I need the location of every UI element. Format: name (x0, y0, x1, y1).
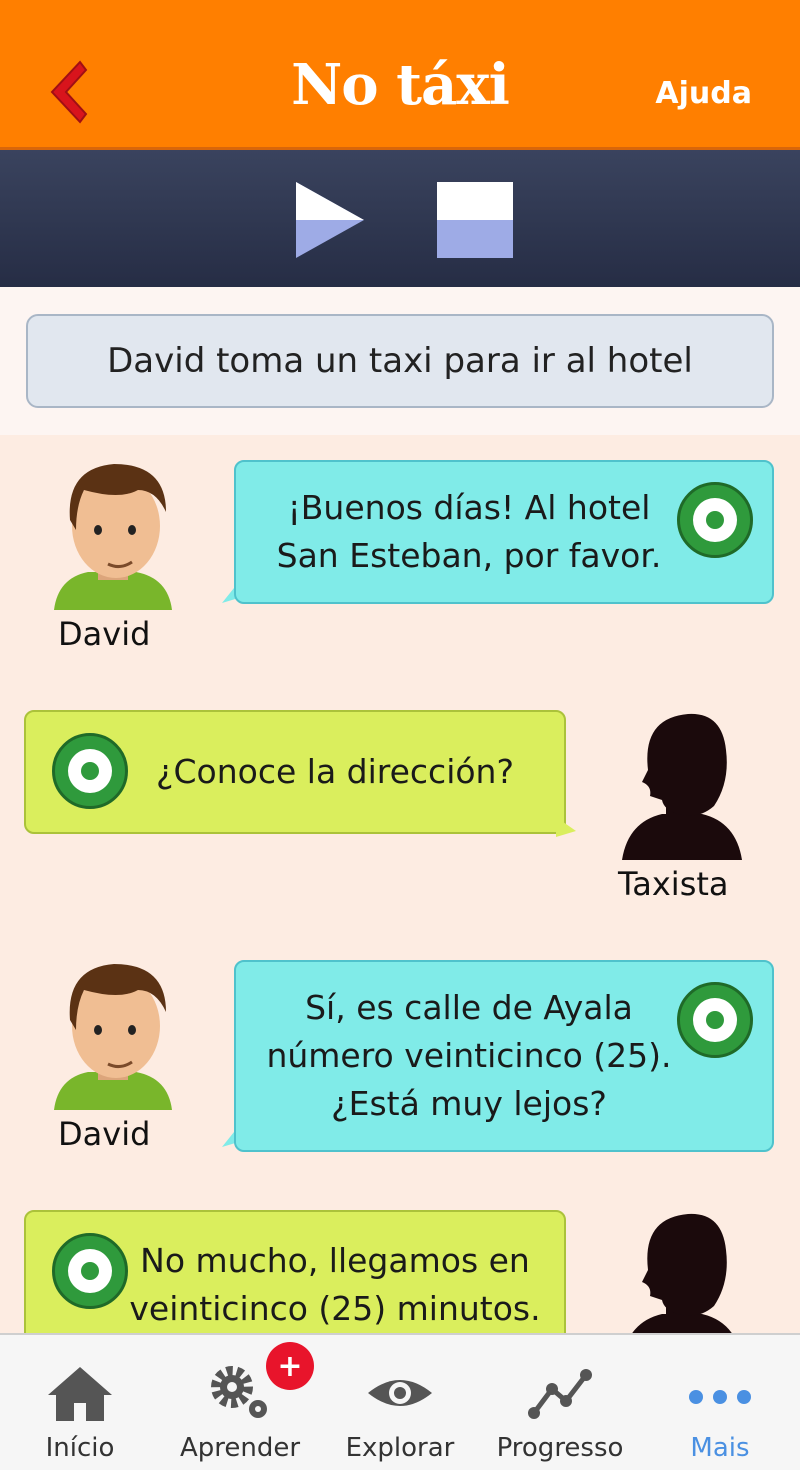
dialogue-text: Sí, es calle de Ayala número veinticinco… (266, 988, 672, 1123)
audio-play-icon[interactable] (52, 1233, 128, 1309)
taxista-silhouette (632, 1213, 732, 1333)
help-button[interactable]: Ajuda (655, 76, 752, 111)
play-icon[interactable] (296, 182, 364, 258)
header-bar: No táxi Ajuda (0, 0, 800, 150)
progress-chart-icon (528, 1369, 592, 1419)
new-content-badge: + (266, 1342, 314, 1390)
dialogue-text: No mucho, llegamos en veinticinco (25) m… (129, 1241, 541, 1328)
speaker-name: David (58, 615, 151, 653)
dialogue-text: ¡Buenos días! Al hotel San Esteban, por … (276, 488, 662, 575)
tab-explorar[interactable]: Explorar (320, 1335, 480, 1470)
tab-label: Início (45, 1433, 115, 1463)
chevron-left-icon[interactable] (36, 56, 96, 128)
stop-icon[interactable] (437, 182, 513, 258)
audio-player-bar (0, 150, 800, 287)
tab-label: Explorar (345, 1433, 455, 1463)
home-icon (48, 1367, 112, 1421)
tab-label: Aprender (179, 1433, 301, 1463)
david-avatar (54, 964, 172, 1110)
audio-play-icon[interactable] (677, 482, 753, 558)
more-dots-icon (689, 1390, 751, 1404)
bubble-tail (556, 817, 576, 837)
david-avatar (54, 464, 172, 610)
speaker-name: David (58, 1115, 151, 1153)
speaker-name: Taxista (618, 865, 729, 903)
taxista-silhouette (622, 713, 742, 860)
scene-description: David toma un taxi para ir al hotel (26, 314, 774, 408)
audio-play-icon[interactable] (677, 982, 753, 1058)
dialogue-text: ¿Conoce la dirección? (155, 752, 514, 792)
dialogue-list: David ¡Buenos días! Al hotel San Esteban… (0, 435, 800, 1333)
bottom-tab-bar: Início Aprender Explorar Progresso Mais (0, 1333, 800, 1470)
tab-inicio[interactable]: Início (0, 1335, 160, 1470)
tab-label: Mais (690, 1433, 750, 1463)
tab-mais[interactable]: Mais (640, 1335, 800, 1470)
tab-progresso[interactable]: Progresso (480, 1335, 640, 1470)
eye-icon (368, 1380, 432, 1406)
audio-play-icon[interactable] (52, 733, 128, 809)
tab-label: Progresso (496, 1433, 624, 1463)
